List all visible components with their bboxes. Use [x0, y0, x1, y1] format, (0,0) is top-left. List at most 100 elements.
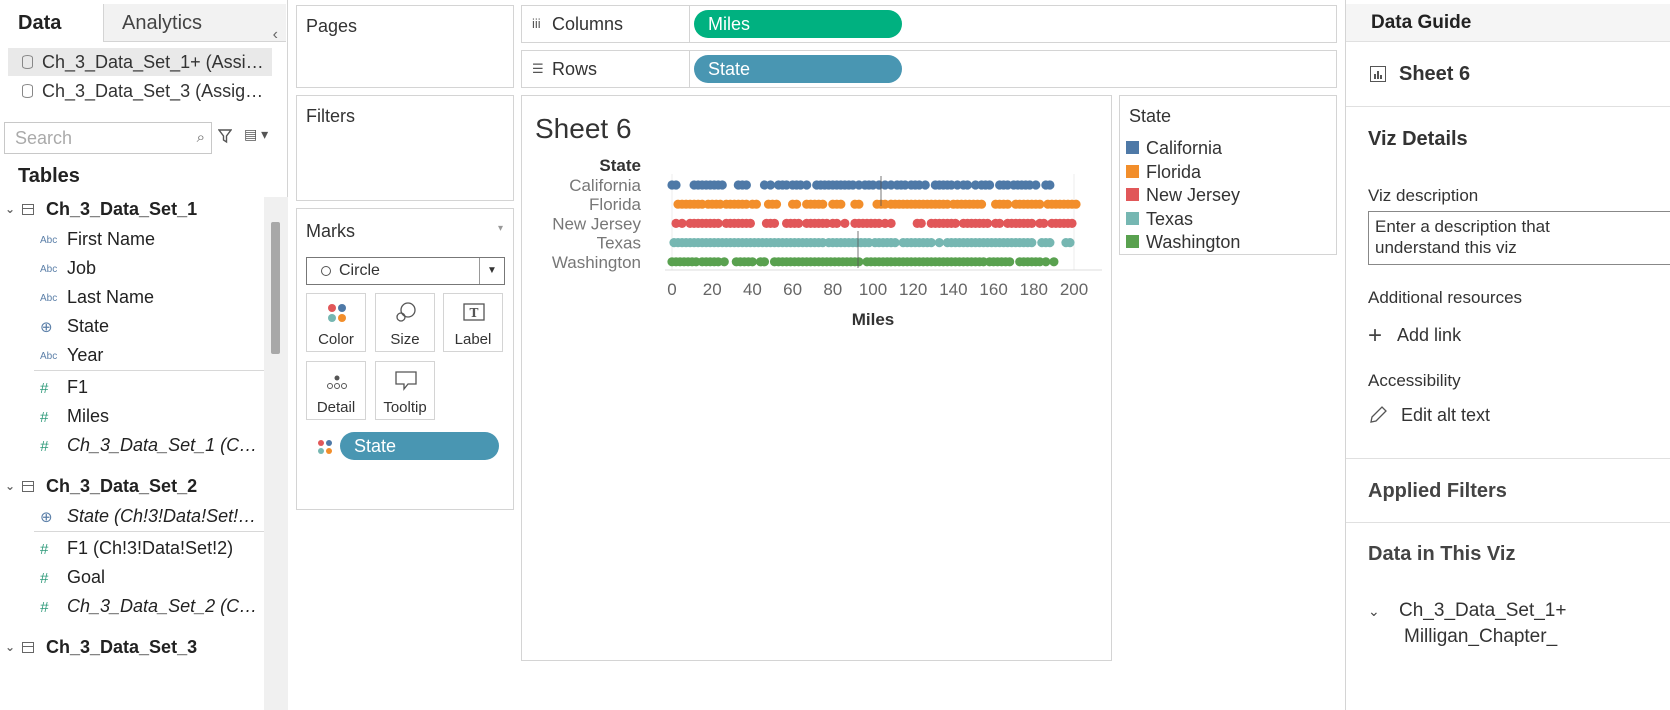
legend-swatch — [1126, 235, 1139, 248]
table-header[interactable]: ⌄ Ch_3_Data_Set_3 — [0, 633, 264, 662]
chevron-down-icon[interactable]: ▾ — [498, 223, 503, 234]
field-item[interactable]: Abc First Name — [0, 225, 264, 254]
color-legend[interactable]: State California Florida New Jersey Texas Wa… — [1119, 95, 1337, 255]
mark-type-select[interactable]: Circle ▼ — [306, 257, 505, 285]
filters-title: Filters — [306, 106, 355, 126]
filter-icon[interactable] — [218, 128, 232, 144]
table-header[interactable]: ⌄ Ch_3_Data_Set_1 — [0, 195, 264, 224]
search-input[interactable]: Search ⌕ — [4, 122, 212, 154]
size-icon — [396, 302, 416, 322]
viz-details-heading: Viz Details — [1368, 128, 1468, 150]
x-tick-label: 0 — [667, 280, 676, 299]
rows-pill[interactable]: State — [694, 55, 902, 83]
field-name: State — [67, 316, 110, 336]
chevron-down-icon: ⌄ — [1368, 603, 1380, 619]
legend-label: Florida — [1146, 161, 1202, 182]
tab-data[interactable]: Data — [0, 4, 104, 42]
row-header: State — [599, 156, 641, 175]
columns-pill[interactable]: Miles — [694, 10, 902, 38]
viz-description-line: understand this viz — [1375, 238, 1517, 257]
field-item[interactable]: ⊕ State (Ch!3!Data!Set!… — [0, 502, 264, 531]
size-button[interactable]: Size — [375, 293, 435, 352]
viz-description-field[interactable]: Enter a description that understand this… — [1368, 211, 1670, 265]
number-type-icon: # — [40, 570, 49, 587]
legend-item[interactable]: Washington — [1126, 231, 1240, 253]
row-label: Washington — [552, 253, 641, 272]
legend-swatch — [1126, 164, 1139, 178]
field-item[interactable]: # Ch_3_Data_Set_1 (C… — [0, 431, 264, 460]
sheet-canvas[interactable]: Sheet 6 State California Florida New Jersey… — [521, 95, 1112, 661]
data-guide-header: Data Guide — [1346, 4, 1670, 42]
data-point — [976, 199, 987, 209]
field-item[interactable]: # Ch_3_Data_Set_2 (C… — [0, 592, 264, 621]
data-point — [962, 180, 973, 190]
add-link-button[interactable]: + Add link — [1368, 320, 1461, 349]
field-item[interactable]: # F1 (Ch!3!Data!Set!2) — [0, 534, 264, 563]
legend-item[interactable]: Florida — [1126, 161, 1201, 183]
field-item[interactable]: # Miles — [0, 402, 264, 431]
marks-card: Marks ▾ Circle ▼ Color Size T Label Deta… — [296, 208, 514, 510]
data-point — [934, 238, 944, 248]
data-source-item[interactable]: Ch_3_Data_Set_3 (Assign… — [8, 77, 272, 105]
data-point — [886, 218, 896, 228]
database-icon — [22, 84, 33, 98]
view-options-icon[interactable]: ▤ ▾ — [244, 126, 268, 143]
search-icon: ⌕ — [196, 129, 205, 146]
field-name: Job — [67, 258, 97, 278]
data-point — [759, 257, 770, 267]
field-item[interactable]: # F1 — [0, 373, 264, 402]
marks-title: Marks — [306, 221, 355, 241]
data-source-item[interactable]: Ch_3_Data_Set_1+ (Assig… — [8, 48, 272, 76]
field-item[interactable]: Abc Last Name — [0, 283, 264, 312]
legend-item[interactable]: Texas — [1126, 208, 1193, 230]
tab-analytics[interactable]: Analytics ‹ — [104, 4, 286, 43]
field-item[interactable]: # Goal — [0, 563, 264, 592]
legend-item[interactable]: California — [1126, 137, 1222, 159]
color-label: Color — [318, 331, 354, 348]
field-item[interactable]: ⊕ State — [0, 312, 264, 341]
globe-icon: ⊕ — [40, 509, 53, 526]
x-tick-label: 60 — [783, 280, 802, 299]
data-source-expander[interactable]: ⌄ Ch_3_Data_Set_1+ — [1368, 600, 1566, 622]
data-point — [717, 180, 727, 190]
data-point — [854, 199, 864, 209]
data-point — [747, 257, 757, 267]
data-point — [984, 180, 995, 190]
color-button[interactable]: Color — [306, 293, 366, 352]
rows-shelf[interactable]: ☰ Rows State — [521, 50, 1337, 88]
applied-filters-heading[interactable]: Applied Filters — [1368, 480, 1507, 503]
string-type-icon: Abc — [40, 235, 58, 246]
strip-plot[interactable]: StateCaliforniaFloridaNew JerseyTexasWas… — [522, 96, 1111, 660]
detail-label: Detail — [316, 399, 356, 416]
chevron-down-icon[interactable]: ⌄ — [5, 195, 15, 224]
search-placeholder: Search — [15, 128, 73, 148]
field-item[interactable]: Abc Job — [0, 254, 264, 283]
text-label-icon: T — [463, 303, 485, 321]
chevron-down-icon[interactable]: ⌄ — [5, 633, 15, 662]
scrollbar-thumb[interactable] — [271, 222, 280, 354]
data-source-label: Ch_3_Data_Set_3 (Assign… — [42, 81, 272, 101]
filters-card[interactable]: Filters — [296, 95, 514, 201]
chevron-left-icon[interactable]: ‹ — [273, 16, 278, 54]
columns-shelf[interactable]: iii Columns Miles — [521, 5, 1337, 43]
plus-icon: + — [1368, 322, 1383, 349]
data-item-line: Ch_3_Data_Set_1+ — [1399, 600, 1567, 621]
number-type-icon: # — [40, 409, 49, 426]
table-header[interactable]: ⌄ Ch_3_Data_Set_2 — [0, 472, 264, 501]
legend-label: New Jersey — [1146, 185, 1241, 205]
detail-button[interactable]: Detail — [306, 361, 366, 420]
tooltip-icon — [395, 371, 417, 391]
label-button[interactable]: T Label — [443, 293, 503, 352]
x-tick-label: 80 — [823, 280, 842, 299]
x-tick-label: 40 — [743, 280, 762, 299]
legend-item[interactable]: New Jersey — [1126, 184, 1240, 206]
edit-alt-text-button[interactable]: Edit alt text — [1368, 405, 1490, 426]
pages-card[interactable]: Pages — [296, 5, 514, 88]
marks-color-pill[interactable]: State — [340, 432, 499, 460]
data-in-viz-heading: Data in This Viz — [1368, 543, 1516, 565]
columns-icon: iii — [532, 16, 541, 31]
field-item[interactable]: Abc Year — [0, 341, 264, 370]
chevron-down-icon[interactable]: ⌄ — [5, 472, 15, 501]
columns-shelf-label: iii Columns — [522, 6, 690, 42]
tooltip-button[interactable]: Tooltip — [375, 361, 435, 420]
